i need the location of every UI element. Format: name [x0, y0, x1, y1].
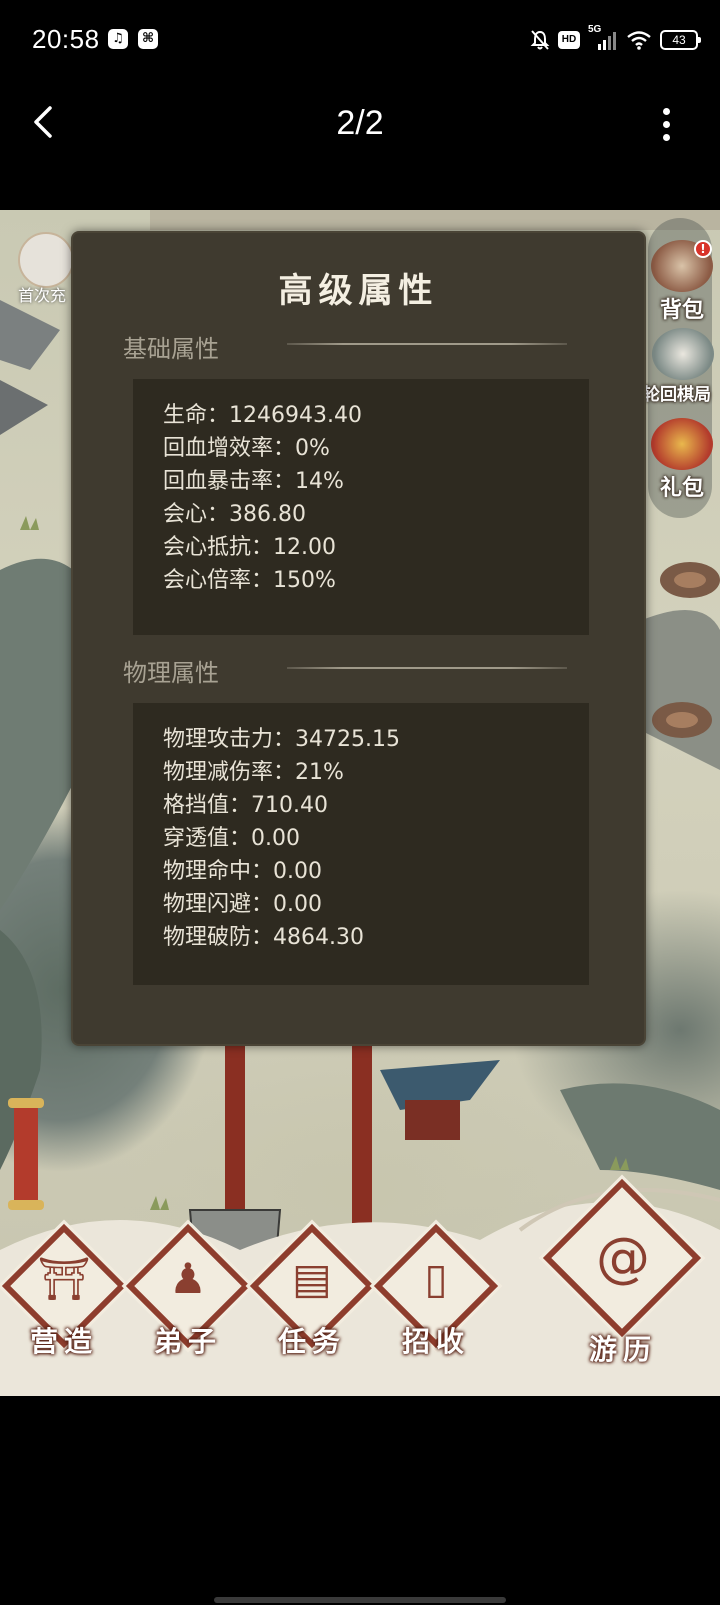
chess-board-icon: [652, 328, 714, 380]
battery-icon: 43: [660, 30, 701, 50]
chess-board-label: 轮回棋局: [643, 385, 711, 405]
bag-label: 背包: [659, 297, 704, 323]
more-dots-icon: [662, 108, 670, 115]
notification-badge: !: [694, 240, 712, 258]
nav-task-label: 任务: [277, 1325, 346, 1358]
stat-row: 会心：386.80: [163, 502, 306, 527]
gift-icon: [651, 418, 713, 470]
building-icon: ⛩: [37, 1254, 91, 1303]
nav-recruit-button[interactable]: ▯ 招收: [369, 1219, 503, 1366]
basic-attributes-heading: 基础属性: [123, 335, 219, 363]
disciple-icon: ♟: [169, 1254, 207, 1303]
status-time: 20:58: [32, 24, 100, 54]
nav-recruit-label: 招收: [401, 1325, 470, 1358]
stat-row: 回血增效率：0%: [163, 436, 330, 461]
gift-button[interactable]: 礼包: [646, 418, 718, 502]
stat-row: 物理破防：4864.30: [163, 925, 364, 950]
status-bar: 20:58 ♫ ⌘ HD 5G 43: [0, 0, 720, 80]
stat-row: 物理闪避：0.00: [163, 892, 322, 917]
stat-row: 物理命中：0.00: [163, 859, 322, 884]
travel-icon: @: [596, 1226, 650, 1289]
stat-row: 回血暴击率：14%: [163, 469, 344, 494]
stat-row: 会心倍率：150%: [163, 568, 336, 593]
viewer-header: 2/2: [0, 80, 720, 210]
mute-bell-icon: [530, 30, 550, 50]
nav-disciple-button[interactable]: ♟ 弟子: [121, 1219, 255, 1366]
stat-row: 格挡值：710.40: [163, 793, 328, 818]
nav-task-button[interactable]: ▤ 任务: [245, 1219, 379, 1366]
scroll-icon: ▤: [292, 1254, 332, 1303]
cellular-signal-icon: 5G: [588, 24, 618, 52]
recruit-card-icon: ▯: [424, 1254, 448, 1303]
page-counter: 2/2: [336, 104, 384, 142]
panel-title: 高级属性: [278, 271, 439, 311]
section-divider: [287, 343, 567, 345]
stat-row: 穿透值：0.00: [163, 826, 300, 851]
first-recharge-avatar[interactable]: [18, 232, 74, 288]
scan-app-icon: ⌘: [138, 29, 158, 49]
section-divider: [287, 667, 567, 669]
gift-label: 礼包: [659, 475, 704, 501]
physical-attributes-box: 物理攻击力：34725.15 物理减伤率：21% 格挡值：710.40 穿透值：…: [133, 703, 589, 985]
home-indicator[interactable]: [214, 1597, 506, 1603]
stat-row: 物理攻击力：34725.15: [163, 727, 400, 752]
physical-attributes-heading: 物理属性: [123, 659, 219, 687]
first-recharge-label: 首次充: [18, 286, 67, 305]
nav-travel-label: 游历: [588, 1333, 657, 1366]
more-options-button[interactable]: [660, 108, 672, 142]
wifi-icon: [627, 31, 651, 50]
nav-build-label: 营造: [29, 1325, 98, 1358]
nav-build-button[interactable]: ⛩ 营造: [0, 1219, 131, 1366]
stat-row: 会心抵抗：12.00: [163, 535, 336, 560]
status-icons: HD 5G 43: [530, 24, 701, 54]
basic-attributes-box: 生命：1246943.40 回血增效率：0% 回血暴击率：14% 会心：386.…: [133, 379, 589, 635]
nav-travel-button[interactable]: @ 游历: [538, 1174, 706, 1370]
music-app-icon: ♫: [108, 29, 128, 49]
advanced-attributes-panel: 高级属性 基础属性 生命：1246943.40 回血增效率：0% 回血暴击率：1…: [71, 231, 646, 1046]
chess-board-button[interactable]: 轮回棋局: [643, 328, 720, 405]
nav-disciple-label: 弟子: [153, 1325, 222, 1358]
stat-row: 生命：1246943.40: [163, 403, 362, 428]
hd-badge: HD: [558, 31, 580, 49]
stat-row: 物理减伤率：21%: [163, 760, 344, 785]
